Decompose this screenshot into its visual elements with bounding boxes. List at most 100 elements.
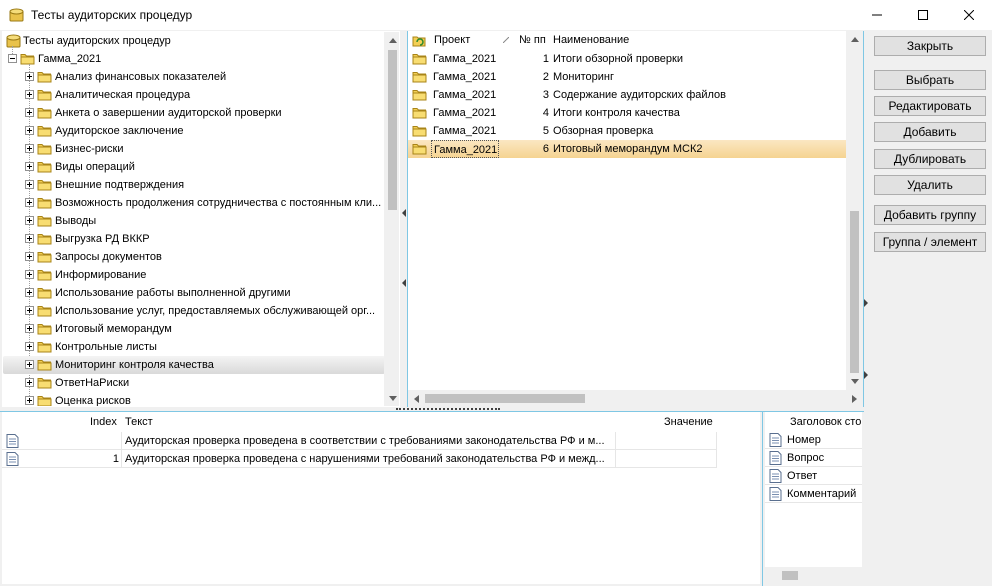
grid-row[interactable]: Гамма_2021 1 Итоги обзорной проверки bbox=[408, 50, 846, 68]
expand-icon[interactable] bbox=[25, 162, 34, 171]
column-header-number[interactable]: № пп bbox=[519, 31, 546, 50]
tree-item[interactable]: Использование работы выполненной другими bbox=[3, 284, 383, 302]
cell-number[interactable]: 5 bbox=[508, 122, 549, 140]
grid-row[interactable]: Гамма_2021 5 Обзорная проверка bbox=[408, 122, 846, 140]
tree-item[interactable]: Виды операций bbox=[3, 158, 383, 176]
fields-grid[interactable]: Заголовок сто Номер Вопрос Ответ Комментари… bbox=[765, 412, 862, 584]
minimize-button[interactable] bbox=[854, 0, 900, 30]
expand-icon[interactable] bbox=[25, 216, 34, 225]
tree-panel[interactable]: Тесты аудиторских процедур Гамма_2021 Анал… bbox=[2, 31, 400, 407]
close-button[interactable]: Закрыть bbox=[874, 36, 986, 56]
scroll-left-icon[interactable] bbox=[408, 390, 425, 407]
cell-text[interactable]: Аудиторская проверка проведена с нарушен… bbox=[124, 450, 616, 468]
tree-item[interactable]: Мониторинг контроля качества bbox=[3, 356, 385, 374]
tree-item[interactable]: Выводы bbox=[3, 212, 383, 230]
documents-grid[interactable]: Проект № пп Наименование Гамма_2021 1 Итог… bbox=[408, 31, 846, 407]
cell-number[interactable]: 3 bbox=[508, 86, 549, 104]
grid-row[interactable]: Гамма_2021 3 Содержание аудиторских файлов bbox=[408, 86, 846, 104]
answer-row[interactable]: Аудиторская проверка проведена в соответ… bbox=[2, 432, 717, 450]
grid-horizontal-scrollbar[interactable] bbox=[408, 390, 846, 407]
expand-icon[interactable] bbox=[25, 342, 34, 351]
scroll-down-icon[interactable] bbox=[384, 390, 399, 406]
scroll-up-icon[interactable] bbox=[384, 32, 399, 49]
tree-item[interactable]: Внешние подтверждения bbox=[3, 176, 383, 194]
field-label[interactable]: Вопрос bbox=[787, 449, 824, 467]
group-element-button[interactable]: Группа / элемент bbox=[874, 232, 986, 252]
scroll-up-icon[interactable] bbox=[846, 31, 863, 48]
expand-icon[interactable] bbox=[25, 270, 34, 279]
cell-project[interactable]: Гамма_2021 bbox=[431, 140, 499, 158]
field-label[interactable]: Комментарий bbox=[787, 485, 856, 503]
close-window-button[interactable] bbox=[946, 0, 992, 30]
cell-name[interactable]: Итоговый меморандум МСК2 bbox=[553, 140, 843, 158]
tree-vertical-scrollbar[interactable] bbox=[384, 32, 399, 406]
grid-row[interactable]: Гамма_2021 2 Мониторинг bbox=[408, 68, 846, 86]
add-group-button[interactable]: Добавить группу bbox=[874, 205, 986, 225]
scroll-right-icon[interactable] bbox=[846, 390, 863, 407]
tree-item[interactable]: Запросы документов bbox=[3, 248, 383, 266]
field-row[interactable]: Комментарий bbox=[765, 485, 862, 503]
grid-vscrollbar[interactable] bbox=[846, 31, 863, 390]
tree-item[interactable]: ОтветНаРиски bbox=[3, 374, 383, 392]
cell-value[interactable] bbox=[617, 450, 717, 468]
tree-item[interactable]: Выгрузка РД ВККР bbox=[3, 230, 383, 248]
select-button[interactable]: Выбрать bbox=[874, 70, 986, 90]
cell-name[interactable]: Обзорная проверка bbox=[553, 122, 843, 140]
tree-item[interactable]: Возможность продолжения сотрудничества с… bbox=[3, 194, 383, 212]
cell-project[interactable]: Гамма_2021 bbox=[431, 122, 499, 140]
tree-item[interactable]: Аудиторское заключение bbox=[3, 122, 383, 140]
expand-icon[interactable] bbox=[25, 180, 34, 189]
tree-item[interactable]: Итоговый меморандум bbox=[3, 320, 383, 338]
tree-item[interactable]: Бизнес-риски bbox=[3, 140, 383, 158]
column-header-value[interactable]: Значение bbox=[664, 412, 713, 432]
edit-button[interactable]: Редактировать bbox=[874, 96, 986, 116]
cell-name[interactable]: Содержание аудиторских файлов bbox=[553, 86, 843, 104]
expand-icon[interactable] bbox=[25, 378, 34, 387]
expand-icon[interactable] bbox=[25, 234, 34, 243]
grid-hscroll-thumb[interactable] bbox=[425, 394, 585, 403]
column-header-project[interactable]: Проект bbox=[434, 31, 470, 50]
expand-icon[interactable] bbox=[25, 252, 34, 261]
expand-icon[interactable] bbox=[25, 360, 34, 369]
answers-grid[interactable]: Index Текст Значение Аудиторская проверк… bbox=[2, 412, 760, 584]
column-header-index[interactable]: Index bbox=[90, 412, 117, 432]
field-row[interactable]: Ответ bbox=[765, 467, 862, 485]
delete-button[interactable]: Удалить bbox=[874, 175, 986, 195]
refresh-folder-icon[interactable] bbox=[412, 34, 426, 47]
expand-icon[interactable] bbox=[25, 324, 34, 333]
answer-row[interactable]: 1 Аудиторская проверка проведена с наруше… bbox=[2, 450, 717, 468]
field-row[interactable]: Вопрос bbox=[765, 449, 862, 467]
cell-number[interactable]: 6 bbox=[508, 140, 549, 158]
right-splitter[interactable] bbox=[863, 31, 869, 407]
tree-item[interactable]: Аналитическая процедура bbox=[3, 86, 383, 104]
cell-number[interactable]: 2 bbox=[508, 68, 549, 86]
expand-icon[interactable] bbox=[25, 90, 34, 99]
collapse-icon[interactable] bbox=[8, 54, 17, 63]
tree-item[interactable]: Оценка рисков bbox=[3, 392, 383, 406]
fields-hscroll-thumb[interactable] bbox=[782, 571, 798, 580]
cell-project[interactable]: Гамма_2021 bbox=[431, 68, 499, 86]
cell-number[interactable]: 1 bbox=[508, 50, 549, 68]
cell-index[interactable] bbox=[22, 432, 122, 450]
tree-item[interactable]: Информирование bbox=[3, 266, 383, 284]
cell-project[interactable]: Гамма_2021 bbox=[431, 86, 499, 104]
cell-index[interactable]: 1 bbox=[22, 450, 122, 468]
expand-icon[interactable] bbox=[25, 72, 34, 81]
duplicate-button[interactable]: Дублировать bbox=[874, 149, 986, 169]
expand-icon[interactable] bbox=[25, 396, 34, 405]
tree-item[interactable]: Контрольные листы bbox=[3, 338, 383, 356]
cell-number[interactable]: 4 bbox=[508, 104, 549, 122]
expand-icon[interactable] bbox=[25, 126, 34, 135]
cell-project[interactable]: Гамма_2021 bbox=[431, 104, 499, 122]
grid-scroll-thumb[interactable] bbox=[850, 211, 859, 373]
cell-project[interactable]: Гамма_2021 bbox=[431, 50, 499, 68]
scroll-down-icon[interactable] bbox=[846, 373, 863, 390]
expand-icon[interactable] bbox=[25, 108, 34, 117]
grid-row[interactable]: Гамма_2021 4 Итоги контроля качества bbox=[408, 104, 846, 122]
grid-row[interactable]: Гамма_2021 6 Итоговый меморандум МСК2 bbox=[408, 140, 846, 158]
tree-item[interactable]: Использование услуг, предоставляемых обс… bbox=[3, 302, 383, 320]
column-header-title[interactable]: Заголовок сто bbox=[790, 412, 861, 432]
field-row[interactable]: Номер bbox=[765, 431, 862, 449]
tree-group[interactable]: Гамма_2021 bbox=[3, 50, 383, 68]
expand-icon[interactable] bbox=[25, 288, 34, 297]
